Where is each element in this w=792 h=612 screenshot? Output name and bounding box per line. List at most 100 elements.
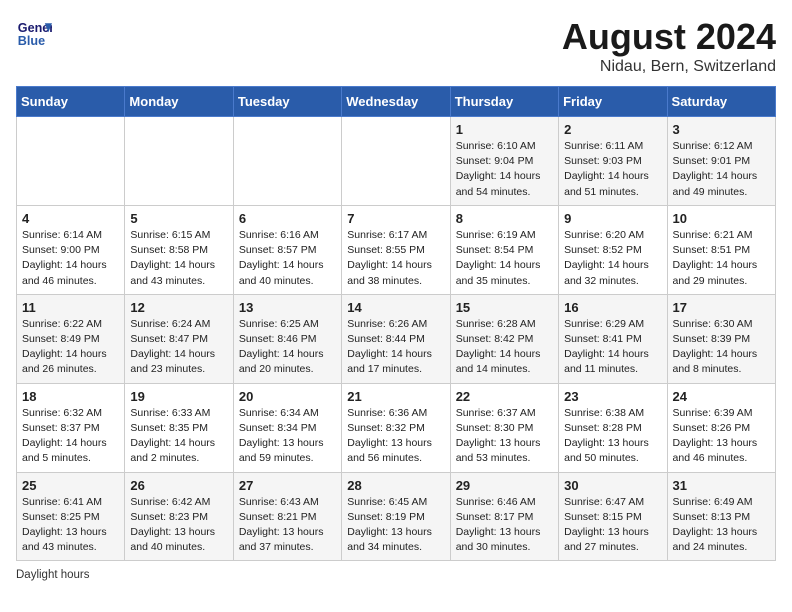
day-cell: 16 Sunrise: 6:29 AM Sunset: 8:41 PM Dayli… [559, 294, 667, 383]
day-number: 1 [456, 122, 553, 137]
day-number: 16 [564, 300, 661, 315]
day-cell: 15 Sunrise: 6:28 AM Sunset: 8:42 PM Dayli… [450, 294, 558, 383]
day-cell: 21 Sunrise: 6:36 AM Sunset: 8:32 PM Dayli… [342, 383, 450, 472]
day-cell: 26 Sunrise: 6:42 AM Sunset: 8:23 PM Dayli… [125, 472, 233, 561]
day-info: Sunrise: 6:20 AM Sunset: 8:52 PM Dayligh… [564, 228, 661, 289]
day-cell: 29Sunrise: 6:46 AM Sunset: 8:17 PM Dayli… [450, 472, 558, 561]
day-cell: 9 Sunrise: 6:20 AM Sunset: 8:52 PM Daylig… [559, 205, 667, 294]
day-info: Sunrise: 6:26 AM Sunset: 8:44 PM Dayligh… [347, 317, 444, 378]
day-number: 4 [22, 211, 119, 226]
day-cell: 10Sunrise: 6:21 AM Sunset: 8:51 PM Dayli… [667, 205, 775, 294]
day-cell [17, 117, 125, 206]
day-number: 28 [347, 478, 444, 493]
weekday-header-monday: Monday [125, 87, 233, 117]
day-number: 26 [130, 478, 227, 493]
title-block: August 2024 Nidau, Bern, Switzerland [562, 16, 776, 76]
weekday-header-wednesday: Wednesday [342, 87, 450, 117]
week-row-4: 18 Sunrise: 6:32 AM Sunset: 8:37 PM Dayli… [17, 383, 776, 472]
day-info: Sunrise: 6:28 AM Sunset: 8:42 PM Dayligh… [456, 317, 553, 378]
day-cell: 1 Sunrise: 6:10 AM Sunset: 9:04 PM Daylig… [450, 117, 558, 206]
day-number: 19 [130, 389, 227, 404]
day-cell [233, 117, 341, 206]
logo: General Blue [16, 16, 52, 52]
weekday-header-thursday: Thursday [450, 87, 558, 117]
day-info: Sunrise: 6:29 AM Sunset: 8:41 PM Dayligh… [564, 317, 661, 378]
day-info: Sunrise: 6:33 AM Sunset: 8:35 PM Dayligh… [130, 406, 227, 467]
day-number: 7 [347, 211, 444, 226]
day-number: 23 [564, 389, 661, 404]
day-info: Sunrise: 6:25 AM Sunset: 8:46 PM Dayligh… [239, 317, 336, 378]
day-cell: 14Sunrise: 6:26 AM Sunset: 8:44 PM Dayli… [342, 294, 450, 383]
day-number: 15 [456, 300, 553, 315]
week-row-5: 25 Sunrise: 6:41 AM Sunset: 8:25 PM Dayli… [17, 472, 776, 561]
svg-text:Blue: Blue [18, 34, 45, 48]
day-number: 25 [22, 478, 119, 493]
day-info: Sunrise: 6:21 AM Sunset: 8:51 PM Dayligh… [673, 228, 770, 289]
day-number: 8 [456, 211, 553, 226]
day-info: Sunrise: 6:42 AM Sunset: 8:23 PM Dayligh… [130, 495, 227, 556]
day-info: Sunrise: 6:39 AM Sunset: 8:26 PM Dayligh… [673, 406, 770, 467]
day-cell: 11 Sunrise: 6:22 AM Sunset: 8:49 PM Dayli… [17, 294, 125, 383]
page-header: General Blue August 2024 Nidau, Bern, Sw… [16, 16, 776, 76]
day-info: Sunrise: 6:14 AM Sunset: 9:00 PM Dayligh… [22, 228, 119, 289]
day-cell: 5 Sunrise: 6:15 AM Sunset: 8:58 PM Daylig… [125, 205, 233, 294]
day-number: 12 [130, 300, 227, 315]
day-cell: 20Sunrise: 6:34 AM Sunset: 8:34 PM Dayli… [233, 383, 341, 472]
weekday-header-row: SundayMondayTuesdayWednesdayThursdayFrid… [17, 87, 776, 117]
day-number: 20 [239, 389, 336, 404]
day-info: Sunrise: 6:41 AM Sunset: 8:25 PM Dayligh… [22, 495, 119, 556]
day-number: 30 [564, 478, 661, 493]
weekday-header-saturday: Saturday [667, 87, 775, 117]
day-cell: 4 Sunrise: 6:14 AM Sunset: 9:00 PM Daylig… [17, 205, 125, 294]
day-number: 22 [456, 389, 553, 404]
day-cell: 27Sunrise: 6:43 AM Sunset: 8:21 PM Dayli… [233, 472, 341, 561]
day-info: Sunrise: 6:11 AM Sunset: 9:03 PM Dayligh… [564, 139, 661, 200]
logo-icon: General Blue [16, 16, 52, 52]
day-info: Sunrise: 6:17 AM Sunset: 8:55 PM Dayligh… [347, 228, 444, 289]
day-info: Sunrise: 6:24 AM Sunset: 8:47 PM Dayligh… [130, 317, 227, 378]
day-info: Sunrise: 6:15 AM Sunset: 8:58 PM Dayligh… [130, 228, 227, 289]
day-info: Sunrise: 6:10 AM Sunset: 9:04 PM Dayligh… [456, 139, 553, 200]
day-info: Sunrise: 6:38 AM Sunset: 8:28 PM Dayligh… [564, 406, 661, 467]
day-number: 21 [347, 389, 444, 404]
day-info: Sunrise: 6:32 AM Sunset: 8:37 PM Dayligh… [22, 406, 119, 467]
calendar-table: SundayMondayTuesdayWednesdayThursdayFrid… [16, 86, 776, 561]
day-info: Sunrise: 6:19 AM Sunset: 8:54 PM Dayligh… [456, 228, 553, 289]
day-cell: 23 Sunrise: 6:38 AM Sunset: 8:28 PM Dayli… [559, 383, 667, 472]
weekday-header-sunday: Sunday [17, 87, 125, 117]
day-cell: 18 Sunrise: 6:32 AM Sunset: 8:37 PM Dayli… [17, 383, 125, 472]
weekday-header-tuesday: Tuesday [233, 87, 341, 117]
day-number: 2 [564, 122, 661, 137]
day-number: 27 [239, 478, 336, 493]
day-info: Sunrise: 6:47 AM Sunset: 8:15 PM Dayligh… [564, 495, 661, 556]
day-number: 11 [22, 300, 119, 315]
week-row-3: 11 Sunrise: 6:22 AM Sunset: 8:49 PM Dayli… [17, 294, 776, 383]
day-info: Sunrise: 6:16 AM Sunset: 8:57 PM Dayligh… [239, 228, 336, 289]
location: Nidau, Bern, Switzerland [562, 58, 776, 76]
day-cell: 25 Sunrise: 6:41 AM Sunset: 8:25 PM Dayli… [17, 472, 125, 561]
week-row-2: 4 Sunrise: 6:14 AM Sunset: 9:00 PM Daylig… [17, 205, 776, 294]
day-info: Sunrise: 6:45 AM Sunset: 8:19 PM Dayligh… [347, 495, 444, 556]
day-cell: 19 Sunrise: 6:33 AM Sunset: 8:35 PM Dayli… [125, 383, 233, 472]
day-info: Sunrise: 6:37 AM Sunset: 8:30 PM Dayligh… [456, 406, 553, 467]
day-number: 17 [673, 300, 770, 315]
day-info: Sunrise: 6:30 AM Sunset: 8:39 PM Dayligh… [673, 317, 770, 378]
day-number: 9 [564, 211, 661, 226]
day-info: Sunrise: 6:12 AM Sunset: 9:01 PM Dayligh… [673, 139, 770, 200]
day-number: 24 [673, 389, 770, 404]
day-cell: 12 Sunrise: 6:24 AM Sunset: 8:47 PM Dayli… [125, 294, 233, 383]
footer: Daylight hours [16, 569, 776, 581]
day-cell: 13Sunrise: 6:25 AM Sunset: 8:46 PM Dayli… [233, 294, 341, 383]
day-number: 18 [22, 389, 119, 404]
day-info: Sunrise: 6:22 AM Sunset: 8:49 PM Dayligh… [22, 317, 119, 378]
day-number: 5 [130, 211, 227, 226]
weekday-header-friday: Friday [559, 87, 667, 117]
day-info: Sunrise: 6:49 AM Sunset: 8:13 PM Dayligh… [673, 495, 770, 556]
day-cell [342, 117, 450, 206]
day-info: Sunrise: 6:36 AM Sunset: 8:32 PM Dayligh… [347, 406, 444, 467]
day-cell: 6 Sunrise: 6:16 AM Sunset: 8:57 PM Daylig… [233, 205, 341, 294]
day-cell: 30 Sunrise: 6:47 AM Sunset: 8:15 PM Dayli… [559, 472, 667, 561]
day-cell: 8 Sunrise: 6:19 AM Sunset: 8:54 PM Daylig… [450, 205, 558, 294]
day-number: 6 [239, 211, 336, 226]
day-cell: 2 Sunrise: 6:11 AM Sunset: 9:03 PM Daylig… [559, 117, 667, 206]
